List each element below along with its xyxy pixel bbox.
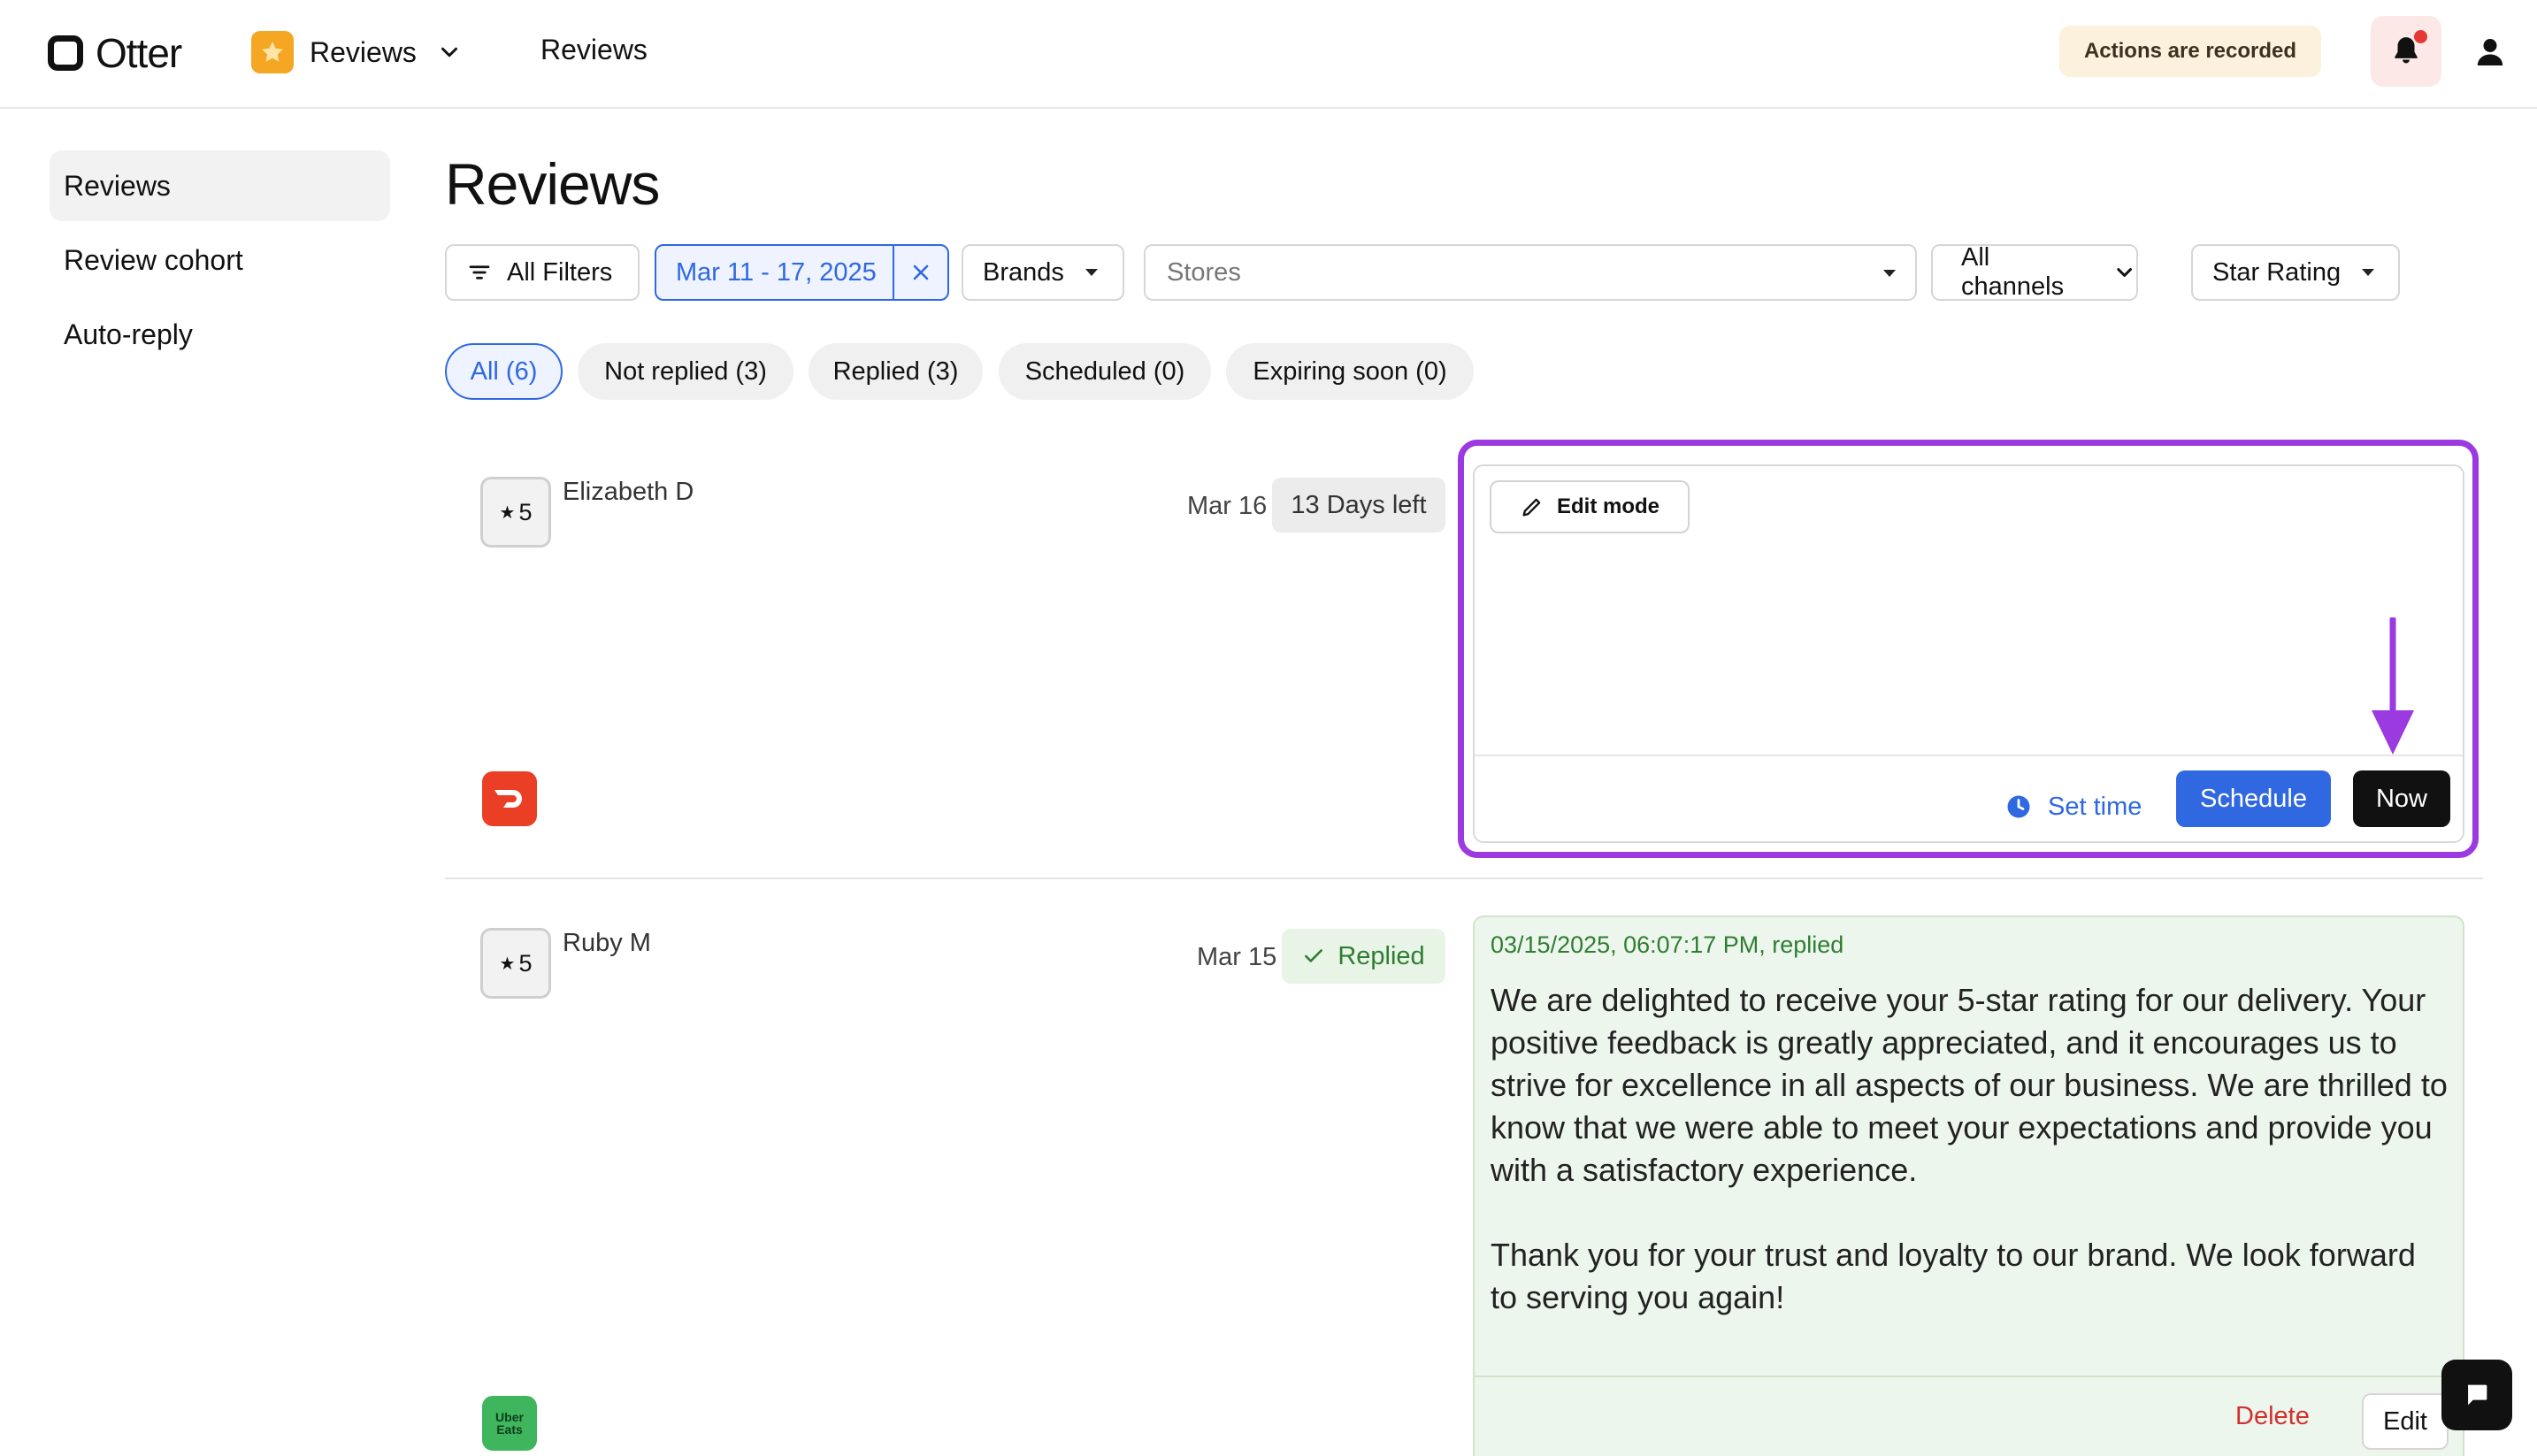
edit-reply-button[interactable]: Edit — [2362, 1393, 2449, 1450]
notification-dot — [2414, 30, 2427, 43]
arrow-down-icon — [2372, 617, 2414, 755]
delete-reply-button[interactable]: Delete — [2235, 1402, 2310, 1431]
clock-icon — [2007, 795, 2030, 818]
user-menu-button[interactable] — [2468, 30, 2512, 74]
notifications-button[interactable] — [2371, 16, 2441, 87]
caret-down-icon — [1085, 269, 1098, 276]
app-switcher[interactable]: Reviews — [251, 28, 463, 76]
editor-divider — [1475, 755, 2463, 756]
clear-date-button[interactable] — [893, 246, 947, 299]
reviewer-name: Ruby M — [563, 929, 651, 957]
reply-editor[interactable]: Edit mode Set time Schedule Now — [1473, 464, 2464, 843]
sidebar: Reviews Review cohort Auto-reply — [50, 150, 390, 373]
stores-dropdown[interactable]: Stores — [1144, 244, 1917, 301]
reviewer-name: Elizabeth D — [563, 478, 694, 506]
sidebar-item-reviews[interactable]: Reviews — [50, 150, 390, 221]
date-range-button[interactable]: Mar 11 - 17, 2025 — [656, 246, 893, 299]
otter-logo[interactable]: Otter — [48, 30, 182, 76]
star-rating-badge: ★ 5 — [480, 928, 551, 999]
reply-card: 03/15/2025, 06:07:17 PM, replied We are … — [1473, 916, 2464, 1456]
days-left-badge: 13 Days left — [1272, 478, 1445, 533]
channels-label: All channels — [1961, 243, 2065, 301]
review-date: Mar 16 — [1187, 492, 1268, 520]
chat-support-button[interactable] — [2441, 1360, 2512, 1430]
all-filters-label: All Filters — [507, 257, 613, 287]
ubereats-icon: Uber Eats — [482, 1396, 537, 1451]
star-rating-dropdown[interactable]: Star Rating — [2191, 244, 2400, 301]
brands-label: Brands — [983, 257, 1064, 287]
schedule-button[interactable]: Schedule — [2176, 770, 2331, 827]
set-time-label: Set time — [2048, 792, 2142, 821]
check-icon — [1305, 949, 1323, 962]
tab-not-replied[interactable]: Not replied (3) — [578, 343, 793, 400]
doordash-icon — [482, 771, 537, 826]
edit-mode-label: Edit mode — [1556, 494, 1659, 518]
star-rating-badge: ★ 5 — [480, 477, 551, 548]
actions-recorded-badge: Actions are recorded — [2059, 26, 2321, 77]
rating-value: 5 — [518, 498, 533, 525]
otter-logo-icon — [48, 35, 83, 71]
reply-divider — [1475, 1376, 2463, 1377]
sidebar-item-review-cohort[interactable]: Review cohort — [50, 225, 390, 295]
tab-expiring-soon[interactable]: Expiring soon (0) — [1226, 343, 1474, 400]
caret-down-icon — [2362, 269, 2375, 276]
app-switcher-label: Reviews — [310, 35, 417, 68]
date-range-filter: Mar 11 - 17, 2025 — [655, 244, 949, 301]
chevron-down-icon — [441, 47, 457, 57]
caret-down-icon — [1883, 270, 1896, 277]
brands-dropdown[interactable]: Brands — [962, 244, 1124, 301]
ubereats-logo-text: Uber Eats — [495, 1410, 524, 1437]
sidebar-item-auto-reply[interactable]: Auto-reply — [50, 299, 390, 370]
chat-icon — [2467, 1384, 2487, 1406]
channels-dropdown[interactable]: All channels — [1931, 243, 2138, 301]
set-time-button[interactable]: Set time — [2005, 780, 2142, 833]
top-bar: Otter Reviews Reviews Actions are record… — [0, 0, 2537, 109]
reply-text: We are delighted to receive your 5-star … — [1491, 982, 2448, 1315]
star-icon: ★ — [499, 954, 516, 974]
review-date: Mar 15 — [1197, 943, 1277, 971]
user-icon — [2477, 39, 2503, 65]
close-icon — [913, 264, 929, 280]
tab-scheduled[interactable]: Scheduled (0) — [999, 343, 1211, 400]
tab-all[interactable]: All (6) — [445, 343, 563, 400]
reply-timestamp: 03/15/2025, 06:07:17 PM, replied — [1491, 931, 1844, 958]
replied-status-badge: Replied — [1282, 929, 1445, 984]
edit-mode-button[interactable]: Edit mode — [1490, 480, 1690, 533]
chevron-down-icon — [2117, 268, 2132, 277]
stores-placeholder: Stores — [1167, 257, 1241, 287]
pencil-icon — [1522, 498, 1541, 517]
page-title: Reviews — [445, 151, 660, 217]
star-app-icon — [251, 31, 294, 73]
replied-label: Replied — [1337, 941, 1425, 970]
star-rating-label: Star Rating — [2212, 257, 2342, 287]
tab-replied[interactable]: Replied (3) — [809, 343, 983, 400]
now-button[interactable]: Now — [2353, 770, 2450, 827]
star-icon: ★ — [499, 502, 516, 523]
breadcrumb: Reviews — [540, 34, 648, 65]
rating-value: 5 — [518, 949, 533, 977]
logo-text: Otter — [96, 30, 182, 76]
review-divider — [445, 877, 2483, 879]
all-filters-button[interactable]: All Filters — [445, 244, 640, 301]
filter-icon — [469, 265, 490, 280]
